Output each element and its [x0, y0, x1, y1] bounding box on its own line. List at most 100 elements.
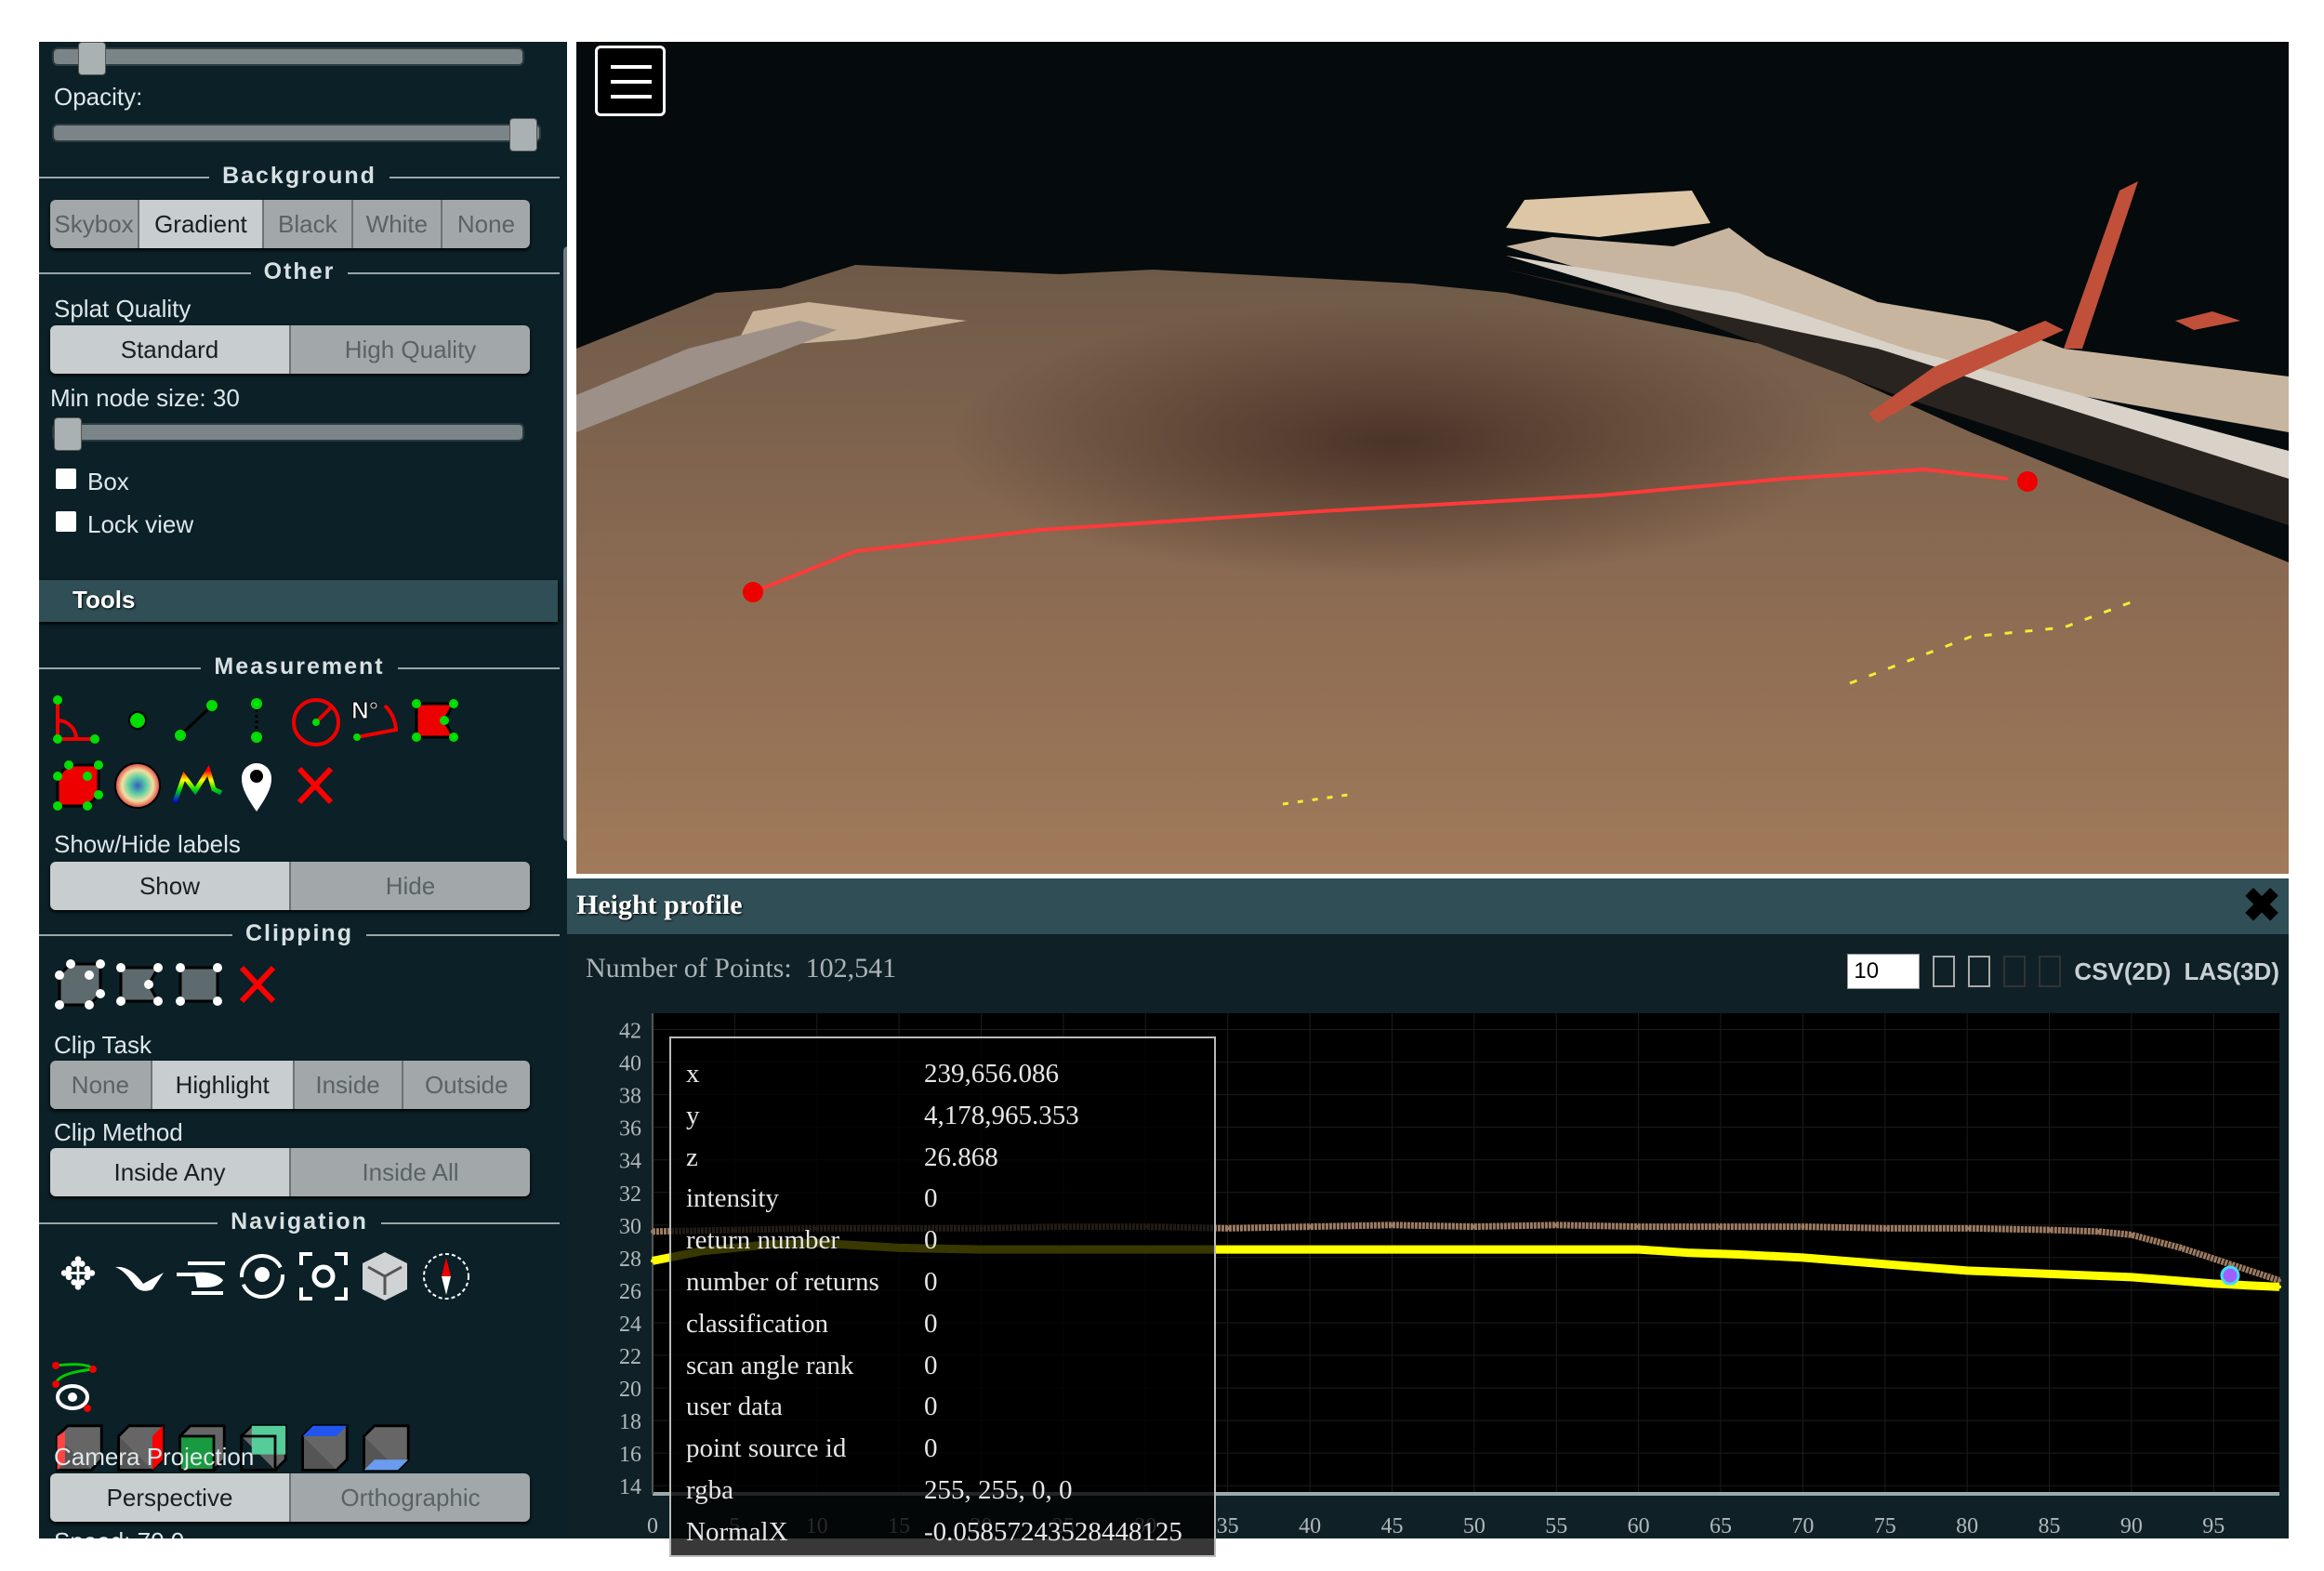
camera-animation-icon[interactable] [50, 1360, 106, 1416]
data-point [2047, 1228, 2052, 1233]
lock-view-label: Lock view [87, 510, 194, 538]
export-las-button[interactable]: LAS(3D) [2184, 957, 2279, 986]
data-point [1390, 1248, 1394, 1252]
volume-icon[interactable] [50, 758, 106, 813]
toggle-square-4[interactable] [2039, 956, 2062, 987]
x-tick-label: 55 [1545, 1514, 1567, 1538]
height-profile-panel: Height profile ✖ Number of Points: 102,5… [567, 878, 2289, 1557]
tooltip-key: intensity [686, 1183, 779, 1214]
show-labels-button[interactable]: Show [50, 862, 291, 910]
profile-width-input[interactable] [1847, 954, 1921, 989]
hide-labels-button[interactable]: Hide [291, 862, 530, 910]
opacity-slider[interactable] [52, 118, 541, 152]
background-skybox-button[interactable]: Skybox [50, 200, 140, 248]
data-point [1554, 1248, 1559, 1252]
tooltip-value: 0 [924, 1350, 938, 1380]
y-tick-label: 26 [619, 1280, 641, 1304]
clip-polygon-icon[interactable] [112, 957, 167, 1012]
orthographic-button[interactable]: Orthographic [291, 1473, 530, 1522]
azimuth-icon[interactable]: N° [348, 693, 403, 748]
y-tick-label: 34 [619, 1150, 641, 1174]
close-icon[interactable]: ✖ [2242, 882, 2281, 929]
circle-icon[interactable] [288, 693, 344, 748]
hamburger-menu-icon[interactable] [595, 46, 666, 116]
splat-standard-button[interactable]: Standard [50, 325, 291, 374]
clip-method-options: Inside Any Inside All [50, 1148, 530, 1196]
y-tick-label: 40 [619, 1052, 641, 1076]
labels-options: Show Hide [50, 862, 530, 910]
clip-inside-any-button[interactable]: Inside Any [50, 1148, 291, 1196]
box-checkbox[interactable] [56, 469, 76, 489]
earth-controls-icon[interactable]: ✥ [50, 1248, 106, 1304]
perspective-button[interactable]: Perspective [50, 1473, 291, 1522]
angle-icon[interactable] [50, 693, 106, 748]
x-tick-label: 90 [2120, 1514, 2143, 1538]
navigation-cube-icon[interactable] [357, 1248, 413, 1304]
focus-icon[interactable] [296, 1248, 351, 1304]
clip-task-outside-button[interactable]: Outside [403, 1061, 530, 1109]
show-hide-labels-label: Show/Hide labels [54, 830, 241, 858]
top-view-icon[interactable] [297, 1423, 350, 1475]
tooltip-value: 26.868 [924, 1142, 998, 1172]
height-profile-icon[interactable] [169, 758, 225, 813]
x-tick-label: 85 [2039, 1514, 2061, 1538]
data-point [2212, 1281, 2216, 1286]
sidebar-scrollbar[interactable] [563, 246, 567, 841]
background-gradient-button[interactable]: Gradient [139, 200, 264, 248]
clip-task-highlight-button[interactable]: Highlight [152, 1061, 295, 1109]
data-point [2129, 1274, 2133, 1279]
annotation-icon[interactable] [229, 758, 284, 813]
toggle-square-3[interactable] [2003, 956, 2027, 987]
slider-thumb[interactable] [509, 118, 537, 152]
min-node-size-slider[interactable] [52, 417, 524, 451]
y-tick-label: 22 [619, 1345, 641, 1369]
tooltip-value: 4,178,965.353 [924, 1100, 1079, 1130]
point-icon[interactable] [110, 693, 165, 748]
x-tick-label: 75 [1874, 1514, 1896, 1538]
remove-clipping-icon[interactable] [231, 957, 286, 1012]
splat-high-quality-button[interactable]: High Quality [291, 325, 530, 374]
background-none-button[interactable]: None [442, 200, 530, 248]
compass-icon[interactable] [418, 1248, 474, 1304]
data-point [2178, 1246, 2183, 1250]
point-cloud-scene[interactable] [576, 42, 2289, 874]
data-point [1735, 1252, 1739, 1257]
y-tick-label: 20 [619, 1378, 641, 1402]
toggle-square-1[interactable] [1933, 956, 1956, 987]
remove-measurements-icon[interactable] [288, 758, 344, 813]
camera-projection-label: Camera Projection [54, 1443, 255, 1471]
data-point [651, 1229, 654, 1234]
background-black-button[interactable]: Black [263, 200, 353, 248]
export-csv-button[interactable]: CSV(2D) [2074, 957, 2171, 986]
height-icon[interactable] [229, 693, 284, 748]
helicopter-controls-icon[interactable] [173, 1248, 229, 1304]
data-point [2278, 1278, 2281, 1283]
clip-screen-box-icon[interactable] [171, 957, 227, 1012]
distance-icon[interactable] [169, 693, 225, 748]
orbit-controls-icon[interactable] [234, 1248, 290, 1304]
tools-section-header[interactable]: Tools [39, 580, 558, 622]
point-cloud-viewer[interactable] [576, 42, 2289, 874]
measurement-section-header: Measurement [39, 653, 560, 681]
data-point [2047, 1272, 2052, 1276]
data-point [1472, 1248, 1476, 1252]
background-white-button[interactable]: White [352, 200, 442, 248]
sphere-volume-icon[interactable] [110, 758, 165, 813]
clip-inside-all-button[interactable]: Inside All [291, 1148, 530, 1196]
tooltip-key: point source id [686, 1433, 847, 1464]
clip-volume-icon[interactable] [52, 957, 108, 1012]
clip-task-none-button[interactable]: None [50, 1061, 152, 1109]
fps-controls-icon[interactable] [112, 1248, 167, 1304]
slider-thumb[interactable] [54, 417, 82, 451]
bottom-view-icon[interactable] [359, 1423, 411, 1475]
area-icon[interactable] [407, 693, 463, 748]
data-point [1225, 1248, 1230, 1252]
clip-task-inside-button[interactable]: Inside [294, 1061, 403, 1109]
x-tick-label: 40 [1299, 1514, 1321, 1538]
lock-view-checkbox[interactable] [56, 511, 76, 532]
data-point [651, 1259, 654, 1263]
toggle-square-2[interactable] [1968, 956, 1991, 987]
tooltip-value: 0 [924, 1392, 938, 1422]
point-budget-slider[interactable] [52, 42, 524, 75]
slider-thumb[interactable] [78, 42, 106, 75]
